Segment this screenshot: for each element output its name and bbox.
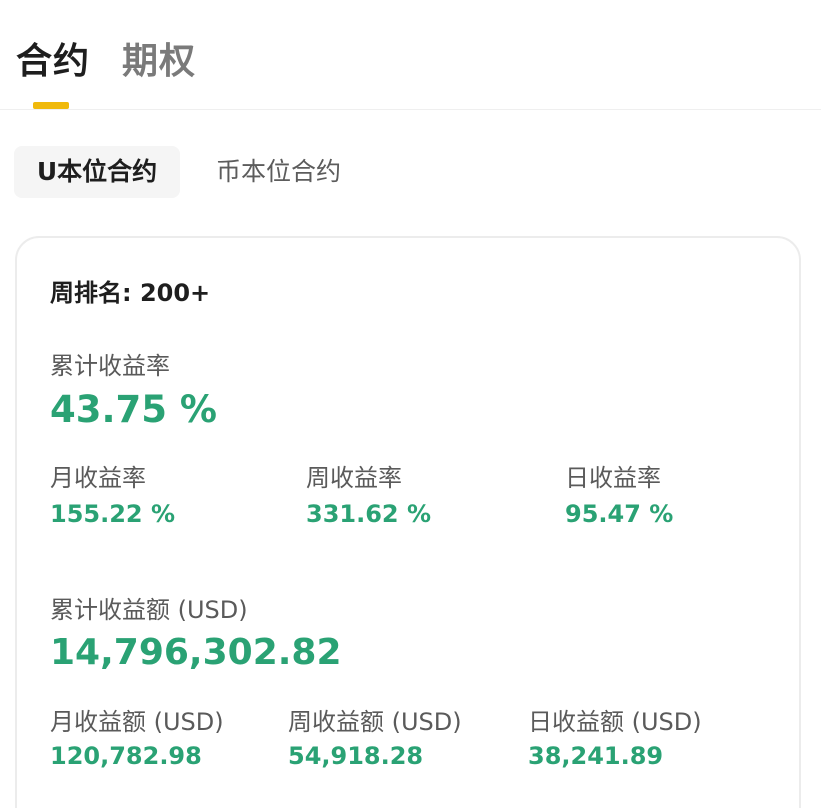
daily-amount-value: 38,241.89 [528, 742, 664, 770]
top-tab-bar: 合约 期权 [0, 0, 821, 110]
tab-contract[interactable]: 合约 [16, 40, 90, 84]
monthly-amount-label: 月收益额 (USD) [50, 708, 224, 736]
cumulative-amount-label: 累计收益额 (USD) [50, 596, 248, 624]
weekly-rate-value: 331.62 % [306, 500, 432, 528]
weekly-amount-label: 周收益额 (USD) [288, 708, 462, 736]
daily-rate-label: 日收益率 [565, 464, 661, 492]
active-tab-indicator [33, 102, 69, 109]
subtab-u-contract[interactable]: U本位合约 [14, 146, 180, 198]
weekly-amount-value: 54,918.28 [288, 742, 424, 770]
daily-rate-value: 95.47 % [565, 500, 674, 528]
weekly-rate-label: 周收益率 [306, 464, 402, 492]
tab-options[interactable]: 期权 [122, 40, 196, 84]
monthly-amount-value: 120,782.98 [50, 742, 202, 770]
cumulative-rate-value: 43.75 % [50, 388, 217, 431]
weekly-rank: 周排名: 200+ [50, 279, 211, 307]
subtab-coin-contract[interactable]: 币本位合约 [216, 146, 341, 198]
cumulative-rate-label: 累计收益率 [50, 352, 170, 380]
cumulative-amount-value: 14,796,302.82 [50, 632, 342, 673]
daily-amount-label: 日收益额 (USD) [528, 708, 702, 736]
monthly-rate-value: 155.22 % [50, 500, 176, 528]
monthly-rate-label: 月收益率 [50, 464, 146, 492]
